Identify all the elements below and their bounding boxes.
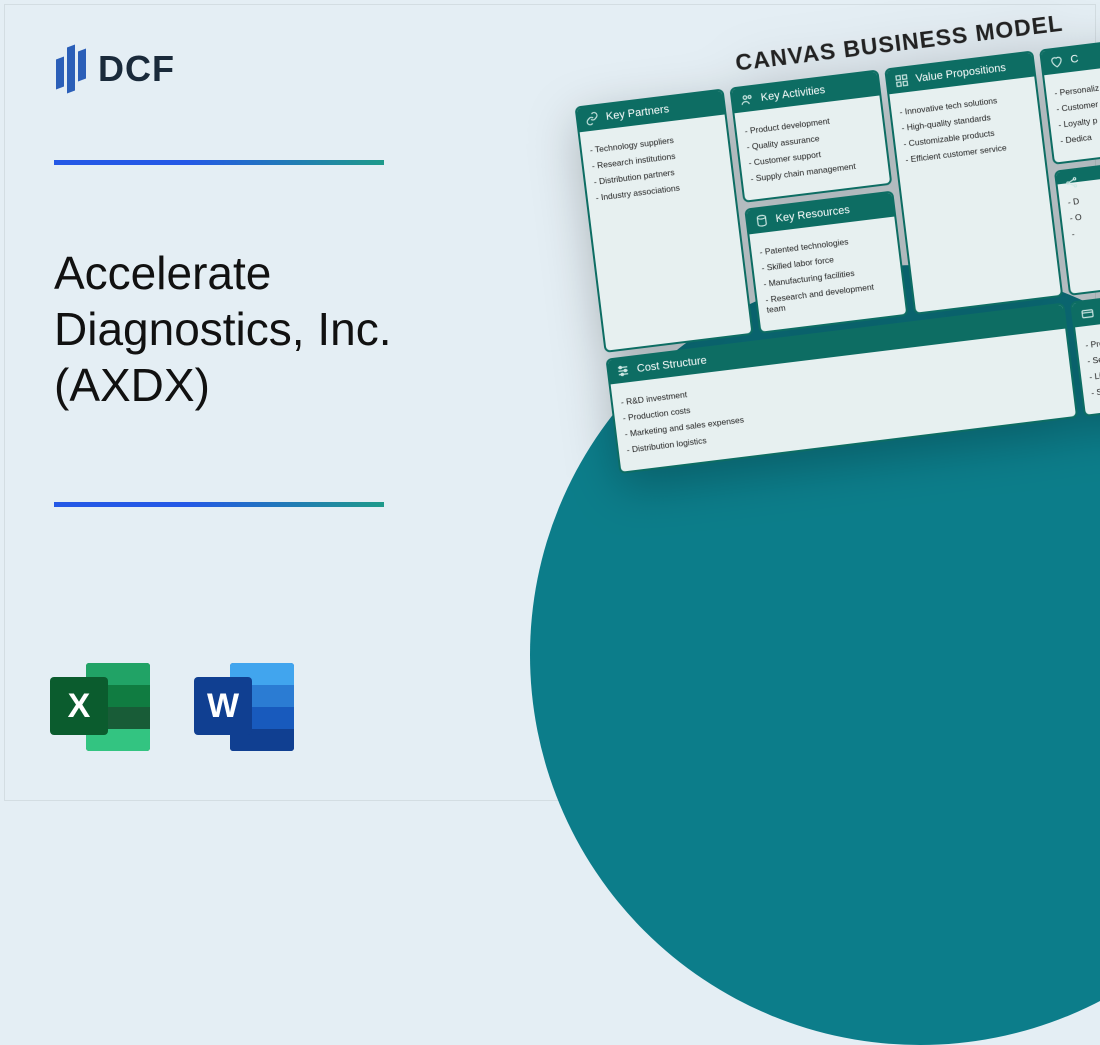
canvas-channels: DO (1054, 152, 1100, 295)
word-icon: W (194, 657, 294, 757)
users-icon (739, 92, 755, 108)
card-icon (1080, 306, 1096, 322)
canvas-header-label: Cost Structure (636, 355, 707, 375)
canvas-list: Product developmentQuality assuranceCust… (735, 95, 891, 200)
business-model-canvas: CANVAS BUSINESS MODEL Key Partners Techn… (570, 0, 1100, 474)
canvas-grid: Key Partners Technology suppliersResearc… (575, 26, 1100, 474)
page-title: Accelerate Diagnostics, Inc. (AXDX) (54, 245, 474, 413)
list-item: Personaliz (1054, 72, 1100, 98)
excel-icon: X (50, 657, 150, 757)
canvas-list: Innovative tech solutionsHigh-quality st… (889, 76, 1045, 181)
database-icon (754, 213, 770, 229)
canvas-key-activities: Key Activities Product developmentQualit… (729, 69, 892, 202)
divider-top (54, 160, 384, 165)
excel-letter: X (50, 677, 108, 735)
grid-icon (894, 73, 910, 89)
divider-bottom (54, 502, 384, 507)
canvas-key-partners: Key Partners Technology suppliersResearc… (575, 88, 754, 352)
word-letter: W (194, 677, 252, 735)
share-icon (1064, 175, 1080, 191)
canvas-header-label: Key Partners (605, 103, 670, 123)
heart-icon (1049, 54, 1065, 70)
logo-text: DCF (98, 48, 175, 90)
sliders-icon (615, 363, 631, 379)
app-icons-row: X W (50, 657, 294, 757)
canvas-header-label: Key Activities (760, 84, 826, 104)
canvas-list: Patented technologiesSkilled labor force… (749, 217, 906, 332)
canvas-value-propositions: Value Propositions Innovative tech solut… (884, 50, 1063, 314)
canvas-customer-relationships: C PersonalizCustomerLoyalty pDedica (1039, 31, 1100, 164)
canvas-key-resources: Key Resources Patented technologiesSkill… (744, 191, 908, 334)
canvas-header-label: Value Propositions (915, 62, 1007, 85)
dcf-logo: DCF (56, 46, 175, 92)
canvas-header-label: C (1070, 53, 1079, 66)
canvas-list: Technology suppliersResearch institution… (580, 114, 736, 219)
link-icon (584, 111, 600, 127)
logo-bars-icon (56, 46, 86, 92)
canvas-header-label: Key Resources (775, 204, 851, 225)
